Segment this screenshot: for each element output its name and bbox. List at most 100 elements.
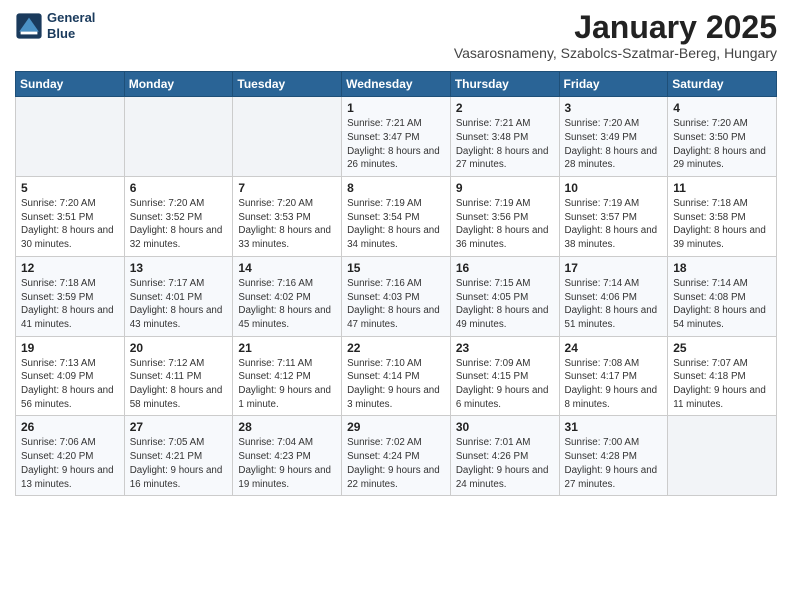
week-row-5: 26 Sunrise: 7:06 AMSunset: 4:20 PMDayligh… [16, 416, 777, 496]
day-info: Sunrise: 7:21 AMSunset: 3:48 PMDaylight:… [456, 117, 554, 172]
day-number: 10 [565, 181, 663, 195]
weekday-header-monday: Monday [124, 72, 233, 97]
day-info: Sunrise: 7:16 AMSunset: 4:02 PMDaylight:… [238, 277, 336, 332]
day-info: Sunrise: 7:17 AMSunset: 4:01 PMDaylight:… [130, 277, 228, 332]
day-cell: 9 Sunrise: 7:19 AMSunset: 3:56 PMDaylight… [450, 177, 559, 257]
calendar: SundayMondayTuesdayWednesdayThursdayFrid… [15, 71, 777, 496]
day-cell: 17Sunrise: 7:14 AMSunset: 4:06 PMDayligh… [559, 256, 668, 336]
day-cell: 6Sunrise: 7:20 AMSunset: 3:52 PMDaylight… [124, 177, 233, 257]
day-number: 6 [130, 181, 228, 195]
day-number: 21 [238, 341, 336, 355]
subtitle: Vasarosnameny, Szabolcs-Szatmar-Bereg, H… [454, 45, 777, 61]
weekday-header-friday: Friday [559, 72, 668, 97]
day-cell: 10 Sunrise: 7:19 AMSunset: 3:57 PMDayligh… [559, 177, 668, 257]
page-title: January 2025 [454, 10, 777, 45]
day-info: Sunrise: 7:04 AMSunset: 4:23 PMDaylight:… [238, 436, 336, 491]
day-cell: 25Sunrise: 7:07 AMSunset: 4:18 PMDayligh… [668, 336, 777, 416]
day-cell [16, 97, 125, 177]
day-number: 4 [673, 101, 771, 115]
day-info: Sunrise: 7:06 AMSunset: 4:20 PMDaylight:… [21, 436, 119, 491]
day-cell: 22Sunrise: 7:10 AMSunset: 4:14 PMDayligh… [342, 336, 451, 416]
day-info: Sunrise: 7:21 AMSunset: 3:47 PMDaylight:… [347, 117, 445, 172]
logo-line2: Blue [47, 26, 95, 42]
day-cell [124, 97, 233, 177]
day-cell [233, 97, 342, 177]
day-number: 11 [673, 181, 771, 195]
day-number: 8 [347, 181, 445, 195]
day-cell: 2 Sunrise: 7:21 AMSunset: 3:48 PMDaylight… [450, 97, 559, 177]
day-number: 26 [21, 420, 119, 434]
day-cell: 18 Sunrise: 7:14 AMSunset: 4:08 PMDayligh… [668, 256, 777, 336]
day-cell: 20 Sunrise: 7:12 AMSunset: 4:11 PMDayligh… [124, 336, 233, 416]
weekday-header-wednesday: Wednesday [342, 72, 451, 97]
day-cell: 11 Sunrise: 7:18 AMSunset: 3:58 PMDayligh… [668, 177, 777, 257]
day-number: 14 [238, 261, 336, 275]
day-number: 27 [130, 420, 228, 434]
weekday-header-row: SundayMondayTuesdayWednesdayThursdayFrid… [16, 72, 777, 97]
day-info: Sunrise: 7:18 AMSunset: 3:59 PMDaylight:… [21, 277, 119, 332]
day-info: Sunrise: 7:01 AMSunset: 4:26 PMDaylight:… [456, 436, 554, 491]
day-info: Sunrise: 7:19 AMSunset: 3:54 PMDaylight:… [347, 197, 445, 252]
day-info: Sunrise: 7:12 AMSunset: 4:11 PMDaylight:… [130, 357, 228, 412]
day-cell: 5Sunrise: 7:20 AMSunset: 3:51 PMDaylight… [16, 177, 125, 257]
week-row-1: 1Sunrise: 7:21 AMSunset: 3:47 PMDaylight… [16, 97, 777, 177]
day-info: Sunrise: 7:11 AMSunset: 4:12 PMDaylight:… [238, 357, 336, 412]
day-number: 12 [21, 261, 119, 275]
day-cell: 30 Sunrise: 7:01 AMSunset: 4:26 PMDayligh… [450, 416, 559, 496]
day-info: Sunrise: 7:05 AMSunset: 4:21 PMDaylight:… [130, 436, 228, 491]
day-info: Sunrise: 7:13 AMSunset: 4:09 PMDaylight:… [21, 357, 119, 412]
day-info: Sunrise: 7:19 AMSunset: 3:56 PMDaylight:… [456, 197, 554, 252]
weekday-header-sunday: Sunday [16, 72, 125, 97]
week-row-4: 19 Sunrise: 7:13 AMSunset: 4:09 PMDayligh… [16, 336, 777, 416]
day-info: Sunrise: 7:09 AMSunset: 4:15 PMDaylight:… [456, 357, 554, 412]
day-number: 5 [21, 181, 119, 195]
logo-line1: General [47, 10, 95, 26]
day-info: Sunrise: 7:02 AMSunset: 4:24 PMDaylight:… [347, 436, 445, 491]
day-number: 22 [347, 341, 445, 355]
day-number: 30 [456, 420, 554, 434]
day-info: Sunrise: 7:15 AMSunset: 4:05 PMDaylight:… [456, 277, 554, 332]
day-number: 18 [673, 261, 771, 275]
day-number: 19 [21, 341, 119, 355]
day-cell [668, 416, 777, 496]
day-number: 20 [130, 341, 228, 355]
day-number: 29 [347, 420, 445, 434]
day-info: Sunrise: 7:19 AMSunset: 3:57 PMDaylight:… [565, 197, 663, 252]
day-info: Sunrise: 7:07 AMSunset: 4:18 PMDaylight:… [673, 357, 771, 412]
day-info: Sunrise: 7:08 AMSunset: 4:17 PMDaylight:… [565, 357, 663, 412]
day-info: Sunrise: 7:00 AMSunset: 4:28 PMDaylight:… [565, 436, 663, 491]
day-info: Sunrise: 7:20 AMSunset: 3:50 PMDaylight:… [673, 117, 771, 172]
day-cell: 16 Sunrise: 7:15 AMSunset: 4:05 PMDayligh… [450, 256, 559, 336]
day-cell: 31 Sunrise: 7:00 AMSunset: 4:28 PMDayligh… [559, 416, 668, 496]
title-section: January 2025 Vasarosnameny, Szabolcs-Sza… [454, 10, 777, 67]
day-cell: 1Sunrise: 7:21 AMSunset: 3:47 PMDaylight… [342, 97, 451, 177]
day-info: Sunrise: 7:14 AMSunset: 4:06 PMDaylight:… [565, 277, 663, 332]
logo-icon [15, 12, 43, 40]
day-number: 9 [456, 181, 554, 195]
day-cell: 29 Sunrise: 7:02 AMSunset: 4:24 PMDayligh… [342, 416, 451, 496]
day-info: Sunrise: 7:20 AMSunset: 3:49 PMDaylight:… [565, 117, 663, 172]
weekday-header-tuesday: Tuesday [233, 72, 342, 97]
day-number: 7 [238, 181, 336, 195]
day-number: 16 [456, 261, 554, 275]
day-number: 13 [130, 261, 228, 275]
day-number: 15 [347, 261, 445, 275]
day-number: 31 [565, 420, 663, 434]
day-cell: 23Sunrise: 7:09 AMSunset: 4:15 PMDayligh… [450, 336, 559, 416]
day-cell: 26 Sunrise: 7:06 AMSunset: 4:20 PMDayligh… [16, 416, 125, 496]
day-info: Sunrise: 7:20 AMSunset: 3:53 PMDaylight:… [238, 197, 336, 252]
weekday-header-saturday: Saturday [668, 72, 777, 97]
logo: General Blue [15, 10, 95, 41]
day-number: 2 [456, 101, 554, 115]
day-cell: 4 Sunrise: 7:20 AMSunset: 3:50 PMDaylight… [668, 97, 777, 177]
week-row-3: 12 Sunrise: 7:18 AMSunset: 3:59 PMDayligh… [16, 256, 777, 336]
day-info: Sunrise: 7:18 AMSunset: 3:58 PMDaylight:… [673, 197, 771, 252]
day-cell: 27 Sunrise: 7:05 AMSunset: 4:21 PMDayligh… [124, 416, 233, 496]
day-cell: 8 Sunrise: 7:19 AMSunset: 3:54 PMDaylight… [342, 177, 451, 257]
weekday-header-thursday: Thursday [450, 72, 559, 97]
day-cell: 3Sunrise: 7:20 AMSunset: 3:49 PMDaylight… [559, 97, 668, 177]
day-number: 24 [565, 341, 663, 355]
day-cell: 14 Sunrise: 7:16 AMSunset: 4:02 PMDayligh… [233, 256, 342, 336]
day-number: 28 [238, 420, 336, 434]
day-info: Sunrise: 7:14 AMSunset: 4:08 PMDaylight:… [673, 277, 771, 332]
